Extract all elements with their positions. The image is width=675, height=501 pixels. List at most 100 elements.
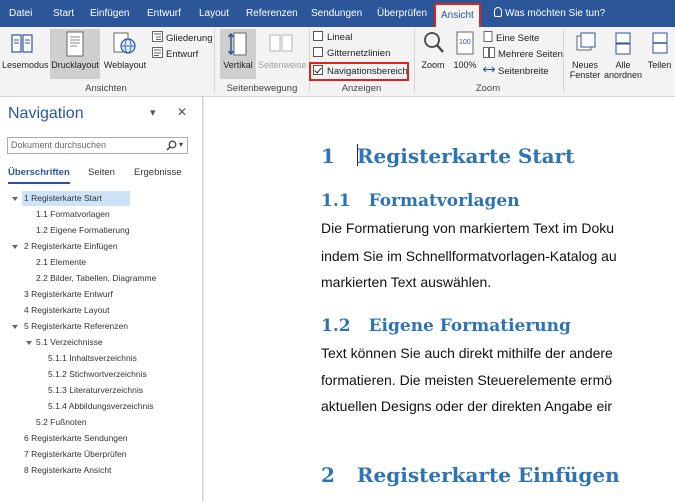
nav-heading-label: 1.2 Eigene Formatierung — [36, 225, 130, 235]
mehrere-seiten-button[interactable]: Mehrere Seiten — [483, 47, 563, 61]
tab-entwurf[interactable]: Entwurf — [147, 0, 181, 27]
vertikal-label: Vertikal — [223, 60, 253, 70]
lesemodus-button[interactable]: Lesemodus — [2, 29, 49, 79]
nav-heading-item[interactable]: 1 Registerkarte Start — [22, 191, 130, 206]
tab-referenzen[interactable]: Referenzen — [246, 0, 298, 27]
weblayout-button[interactable]: Weblayout — [102, 29, 148, 79]
tab-layout[interactable]: Layout — [199, 0, 229, 27]
nav-heading-item[interactable]: 5.1.1 Inhaltsverzeichnis — [46, 351, 139, 366]
teilen-button[interactable]: Teilen — [644, 29, 675, 79]
nav-heading-label: 3 Registerkarte Entwurf — [24, 289, 113, 299]
heading-text: Registerkarte Start — [356, 144, 575, 168]
ribbon-separator — [214, 29, 215, 93]
nav-heading-item[interactable]: 2 Registerkarte Einfügen — [22, 239, 120, 254]
nav-heading-label: 5 Registerkarte Referenzen — [24, 321, 128, 331]
seitenbreite-button[interactable]: Seitenbreite — [482, 64, 549, 78]
gitternetzlinien-checkbox[interactable]: Gitternetzlinien — [313, 47, 390, 61]
heading-number: 1.2 — [321, 316, 351, 336]
nav-heading-label: 5.2 Fußnoten — [36, 417, 87, 427]
tab-ueberpruefen[interactable]: Überprüfen — [377, 0, 427, 27]
alle-anordnen-line2: anordnen — [604, 70, 643, 80]
nav-heading-item[interactable]: 8 Registerkarte Ansicht — [22, 463, 113, 478]
nav-heading-item[interactable]: 2.2 Bilder, Tabellen, Diagramme — [34, 271, 158, 286]
zoom-100-button[interactable]: 100 100% — [451, 29, 479, 79]
lesemodus-label: Lesemodus — [2, 60, 49, 70]
seitenbewegung-group-label: Seitenbewegung — [226, 83, 298, 94]
entwurf-button[interactable]: Entwurf — [152, 47, 198, 61]
nav-heading-label: 1 Registerkarte Start — [24, 193, 102, 203]
svg-text:100: 100 — [459, 39, 471, 46]
tab-datei[interactable]: Datei — [9, 0, 32, 27]
gitternetzlinien-label: Gitternetzlinien — [327, 48, 391, 59]
gliederung-button[interactable]: Gliederung — [152, 31, 212, 45]
tell-me-search[interactable]: Was möchten Sie tun? — [494, 0, 605, 27]
nav-heading-item[interactable]: 6 Registerkarte Sendungen — [22, 431, 130, 446]
nav-heading-item[interactable]: 5.1.4 Abbildungsverzeichnis — [46, 399, 155, 414]
nav-heading-label: 2.2 Bilder, Tabellen, Diagramme — [36, 273, 157, 283]
close-icon[interactable]: ✕ — [177, 105, 187, 119]
nav-heading-item[interactable]: 3 Registerkarte Entwurf — [22, 287, 115, 302]
new-window-icon — [576, 32, 596, 51]
expand-arrow-icon[interactable] — [12, 197, 18, 201]
tab-ergebnisse[interactable]: Ergebnisse — [134, 167, 182, 178]
entwurf-label: Entwurf — [166, 49, 199, 60]
heading-number: 1.1 — [321, 191, 351, 211]
nav-heading-item[interactable]: 5.2 Fußnoten — [34, 415, 89, 430]
navigation-tabs: Überschriften Seiten Ergebnisse — [0, 167, 200, 187]
tab-einfuegen[interactable]: Einfügen — [90, 0, 129, 27]
nav-heading-item[interactable]: 5.1 Verzeichnisse — [34, 335, 105, 350]
gitternetzlinien-check-box[interactable] — [313, 47, 323, 57]
heading-1-start: 1 Registerkarte Start — [321, 144, 574, 168]
alle-anordnen-button[interactable]: Alle anordnen — [604, 29, 643, 80]
lineal-check-box[interactable] — [313, 31, 323, 41]
tab-ansicht[interactable]: Ansicht — [434, 3, 481, 27]
expand-arrow-icon[interactable] — [26, 341, 32, 345]
paragraph-line: Die Formatierung von markiertem Text im … — [321, 220, 615, 236]
heading-number: 2 — [321, 463, 335, 487]
zoom-group-label: Zoom — [475, 83, 501, 94]
nav-heading-item[interactable]: 4 Registerkarte Layout — [22, 303, 112, 318]
eine-seite-button[interactable]: Eine Seite — [483, 31, 539, 45]
lineal-checkbox[interactable]: Lineal — [313, 31, 352, 45]
arrange-all-icon — [615, 32, 631, 55]
search-dropdown-icon[interactable]: ▾ — [179, 140, 183, 149]
document-search-input[interactable]: Dokument durchsuchen ▾ — [7, 137, 188, 154]
multiple-pages-icon — [483, 47, 495, 58]
nav-heading-item[interactable]: 1.1 Formatvorlagen — [34, 207, 112, 222]
nav-heading-label: 4 Registerkarte Layout — [24, 305, 110, 315]
ansichten-group-label: Ansichten — [85, 83, 127, 94]
neues-fenster-button[interactable]: Neues Fenster — [566, 29, 604, 80]
nav-heading-item[interactable]: 7 Registerkarte Überprüfen — [22, 447, 129, 462]
tell-me-text: Was möchten Sie tun? — [505, 8, 606, 19]
nav-heading-item[interactable]: 5.1.3 Literaturverzeichnis — [46, 383, 145, 398]
heading-text: Formatvorlagen — [368, 191, 520, 211]
nav-heading-item[interactable]: 5 Registerkarte Referenzen — [22, 319, 130, 334]
nav-heading-item[interactable]: 1.2 Eigene Formatierung — [34, 223, 132, 238]
seitenweise-label: Seitenweise — [258, 60, 307, 70]
neues-fenster-label: Neues Fenster — [566, 60, 604, 80]
seitenweise-button[interactable]: Seitenweise — [258, 29, 307, 79]
drucklayout-button[interactable]: Drucklayout — [50, 29, 100, 79]
magnifier-icon — [424, 32, 444, 53]
zoom-button[interactable]: Zoom — [417, 29, 449, 79]
heading-1-1: 1.1 Formatvorlagen — [321, 191, 520, 211]
search-icon[interactable] — [166, 140, 177, 151]
globe-icon — [113, 32, 136, 54]
navigationsbereich-highlight — [309, 62, 409, 81]
expand-arrow-icon[interactable] — [12, 245, 18, 249]
vertikal-button[interactable]: Vertikal — [220, 29, 256, 79]
pane-options-icon[interactable]: ▾ — [150, 106, 156, 119]
tab-ueberschriften[interactable]: Überschriften — [8, 167, 70, 184]
vertical-scroll-icon — [228, 32, 247, 56]
nav-heading-item[interactable]: 5.1.2 Stichwortverzeichnis — [46, 367, 149, 382]
outline-icon — [152, 31, 163, 42]
tab-seiten[interactable]: Seiten — [88, 167, 115, 178]
tab-sendungen[interactable]: Sendungen — [311, 0, 362, 27]
heading-number: 1 — [321, 144, 335, 168]
nav-heading-label: 2.1 Elemente — [36, 257, 87, 267]
expand-arrow-icon[interactable] — [12, 325, 18, 329]
nav-heading-item[interactable]: 2.1 Elemente — [34, 255, 88, 270]
tab-start[interactable]: Start — [53, 0, 74, 27]
split-icon — [652, 32, 668, 54]
document-page[interactable]: 1 Registerkarte Start 1.1 Formatvorlagen D… — [204, 97, 675, 501]
